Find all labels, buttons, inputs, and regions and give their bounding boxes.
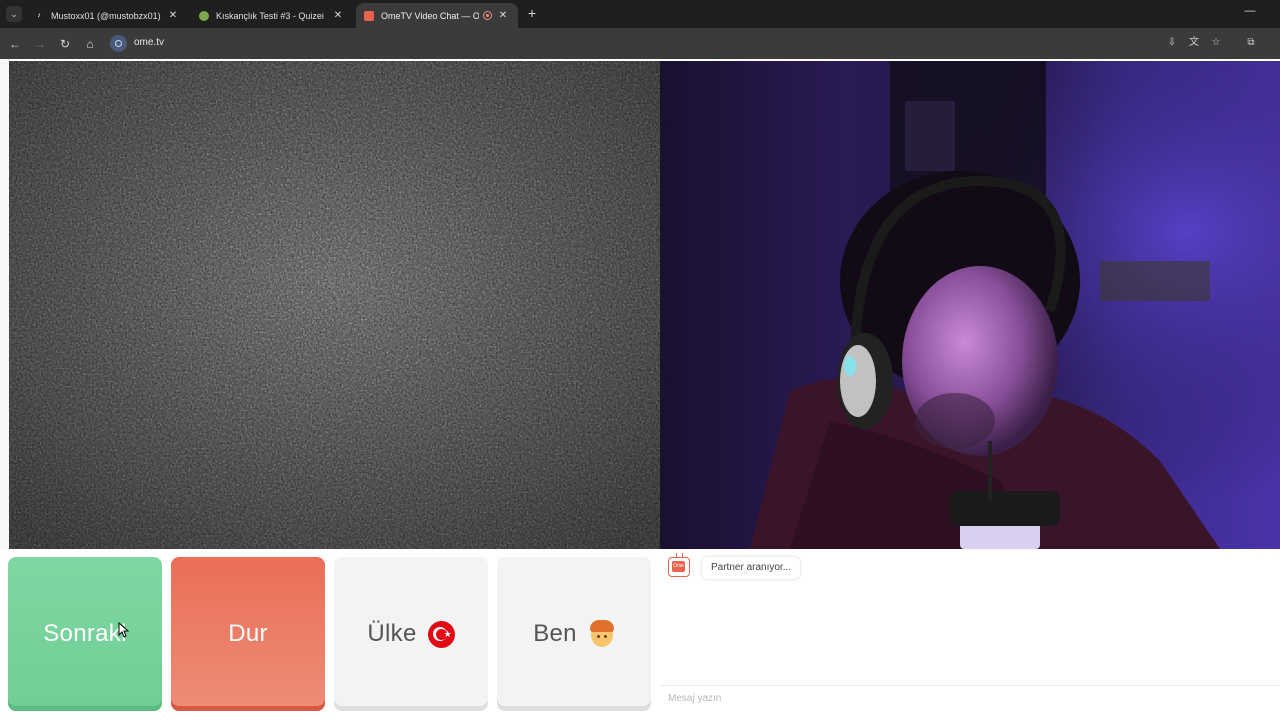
message-input[interactable] (660, 686, 1280, 710)
next-button-label: Sonraki (43, 620, 127, 647)
install-app-icon[interactable]: ⇩ (1165, 36, 1179, 50)
tiktok-icon: ♪ (37, 12, 41, 19)
next-button[interactable]: Sonraki (8, 557, 162, 711)
new-tab-button[interactable]: + (524, 6, 540, 22)
minimize-button[interactable]: — (1240, 5, 1260, 17)
tab-quizei[interactable]: Kıskançlık Testi #3 - Quizei ✕ (191, 3, 353, 28)
tab-title: Mustoxx01 (@mustobzx01) | Ti (51, 10, 162, 21)
tab-bar: ⌄ ♪ Mustoxx01 (@mustobzx01) | Ti ✕ Kıska… (0, 0, 1280, 28)
translate-icon[interactable]: 文 (1187, 36, 1201, 50)
tab-tiktok[interactable]: ♪ Mustoxx01 (@mustobzx01) | Ti ✕ (26, 3, 188, 28)
close-icon[interactable]: ✕ (496, 10, 510, 21)
stop-button-label: Dur (228, 620, 268, 647)
ometv-logo-icon: Ome (668, 553, 690, 577)
tab-ometv[interactable]: OmeTV Video Chat — Ome ✕ (356, 3, 518, 28)
address-bar[interactable]: ome.tv (106, 32, 1156, 55)
country-button[interactable]: Ülke ★ (334, 557, 488, 711)
ometv-icon (364, 10, 374, 21)
gender-button[interactable]: Ben (497, 557, 651, 711)
tab-title: OmeTV Video Chat — Ome (381, 10, 479, 21)
back-icon[interactable]: ← (6, 35, 24, 53)
tab-search-button[interactable]: ⌄ (6, 6, 22, 22)
stop-button[interactable]: Dur (171, 557, 325, 711)
quizei-icon (199, 10, 209, 21)
close-icon[interactable]: ✕ (166, 10, 180, 21)
country-button-label: Ülke (367, 620, 417, 647)
home-icon[interactable]: ⌂ (81, 35, 99, 53)
gender-button-label: Ben (533, 620, 577, 647)
chat-panel: Ome Partner aranıyor... (660, 549, 1280, 720)
turkey-flag-icon: ★ (427, 620, 455, 648)
reload-icon[interactable]: ↻ (56, 35, 74, 53)
page-content: Sonraki Dur Ülke ★ Ben Ome Partner aranı… (0, 59, 1280, 720)
tab-title: Kıskançlık Testi #3 - Quizei (216, 10, 324, 21)
self-video (660, 61, 1280, 549)
forward-icon[interactable]: → (31, 35, 49, 53)
page-margin (0, 59, 9, 549)
partner-video (9, 61, 660, 549)
bookmark-star-icon[interactable]: ☆ (1209, 36, 1223, 50)
chat-status-message: Partner aranıyor... (702, 557, 801, 579)
recording-icon (483, 11, 492, 20)
mouse-cursor-icon (118, 622, 130, 638)
boy-avatar-icon (589, 620, 615, 648)
url-text[interactable]: ome.tv (134, 37, 164, 48)
close-icon[interactable]: ✕ (331, 10, 345, 21)
browser-toolbar: ← → ↻ ⌂ ome.tv ⇩ 文 ☆ ⧉ (0, 28, 1280, 59)
extensions-icon[interactable]: ⧉ (1244, 36, 1258, 50)
site-info-icon[interactable] (110, 35, 127, 52)
